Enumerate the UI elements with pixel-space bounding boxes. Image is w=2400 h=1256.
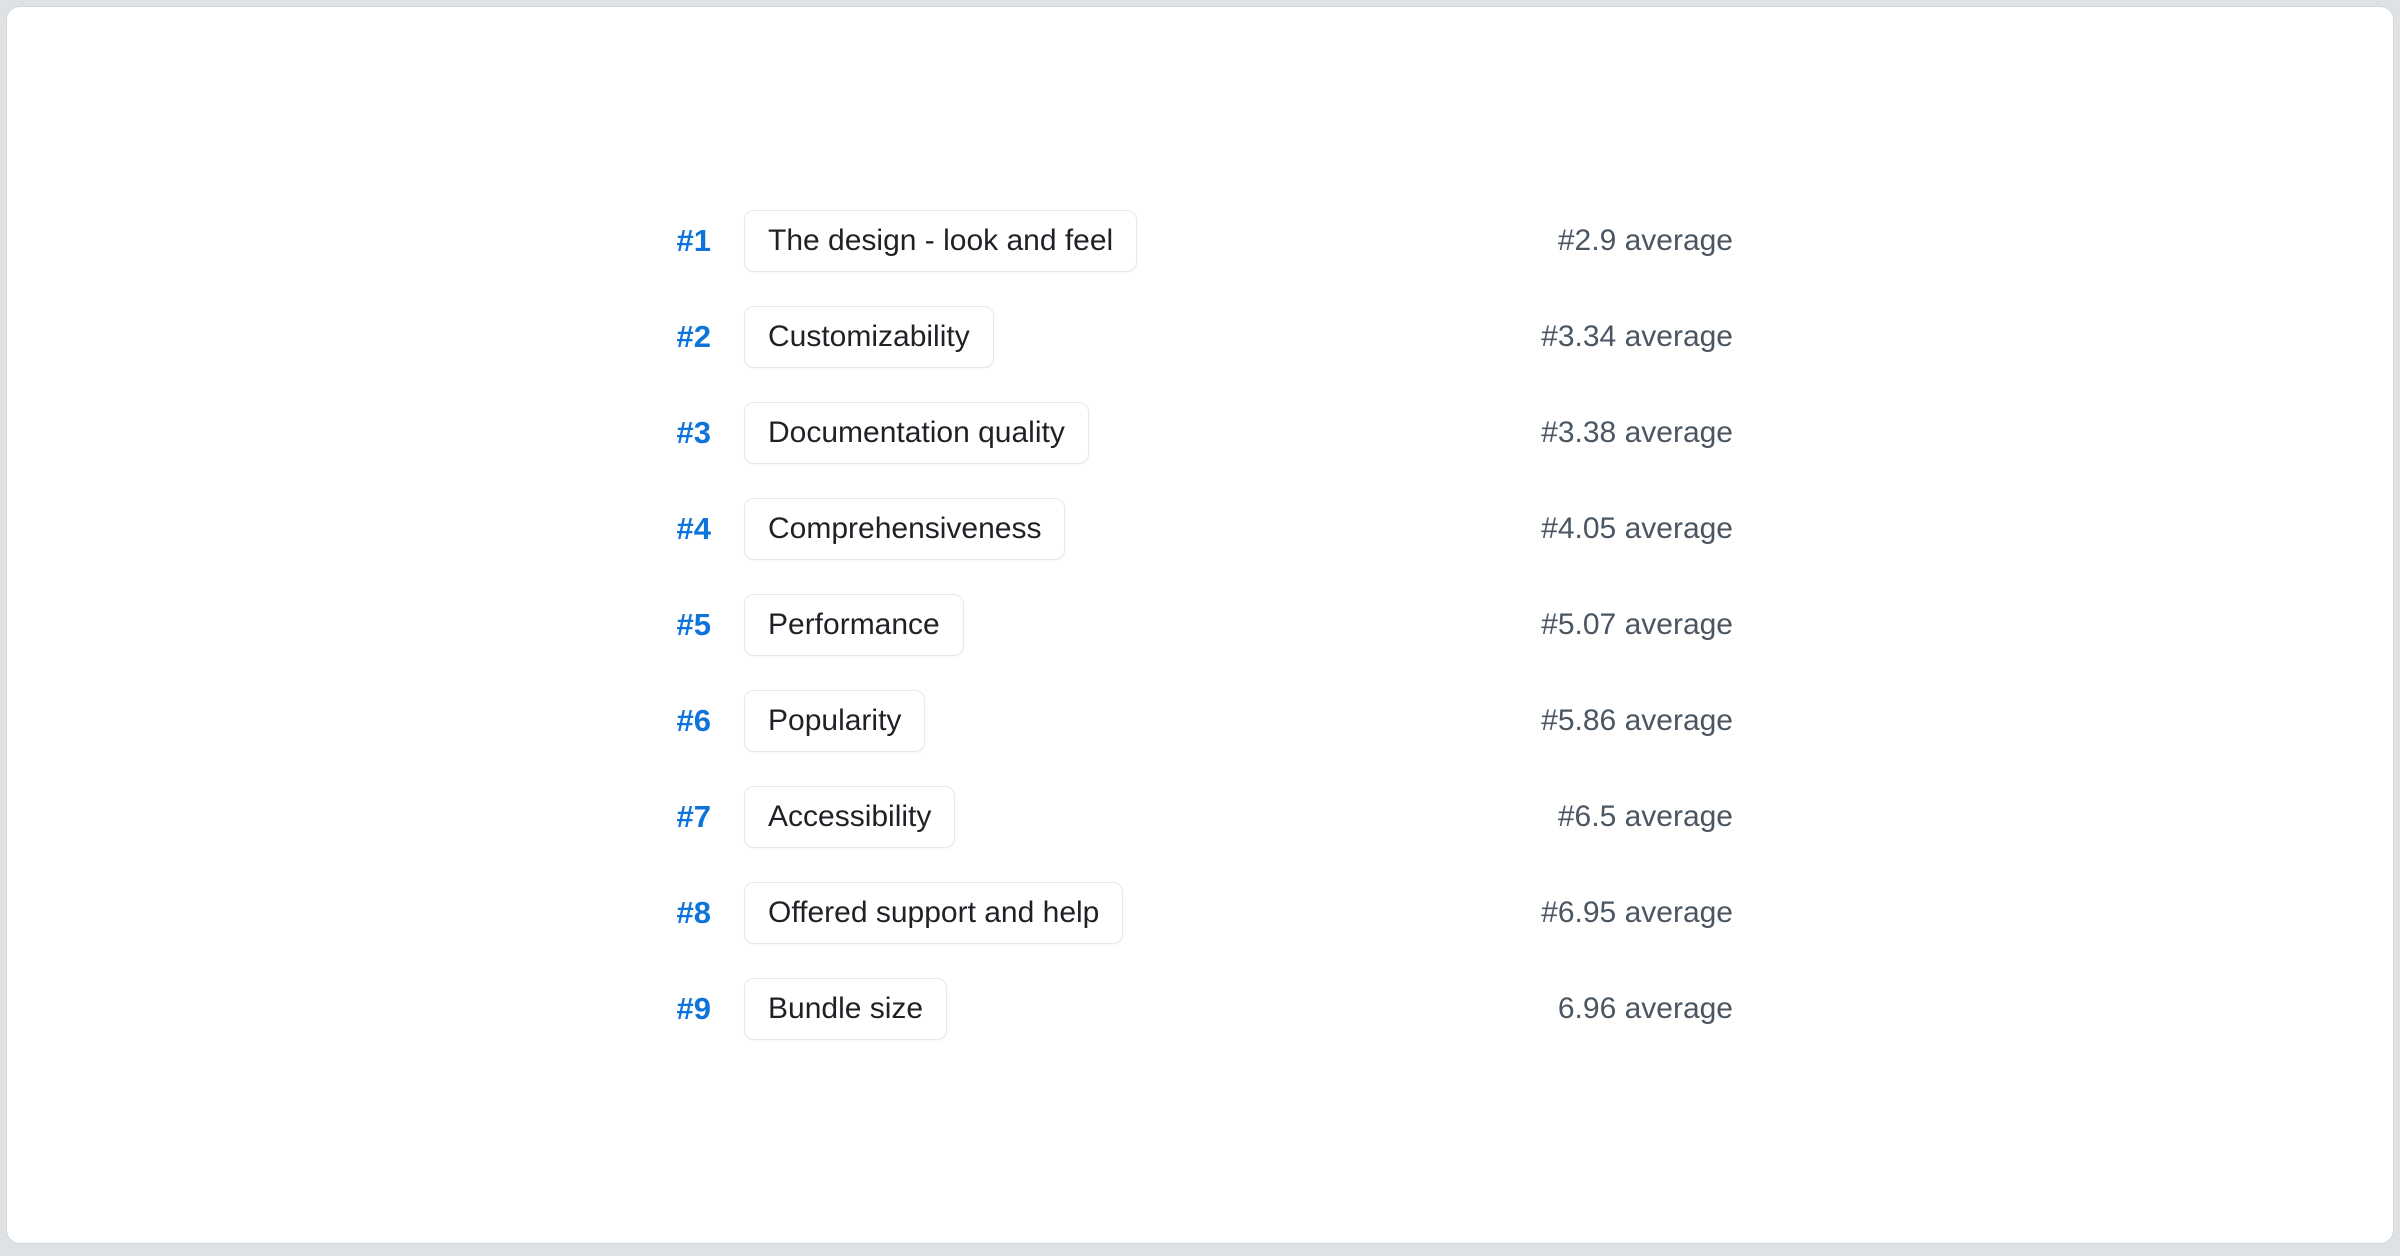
option-chip: Performance: [744, 594, 964, 656]
rank-number: #3: [667, 415, 711, 451]
ranking-row: #1 The design - look and feel #2.9 avera…: [667, 210, 1733, 272]
option-chip: Popularity: [744, 690, 925, 752]
option-label: Performance: [768, 608, 940, 642]
ranking-row: #8 Offered support and help #6.95 averag…: [667, 882, 1733, 944]
average-score: #3.34 average: [1541, 320, 1733, 354]
option-chip: Customizability: [744, 306, 994, 368]
average-score: #6.5 average: [1558, 800, 1733, 834]
average-score: 6.96 average: [1558, 992, 1733, 1026]
rank-number: #9: [667, 991, 711, 1027]
rank-number: #5: [667, 607, 711, 643]
option-label: Comprehensiveness: [768, 512, 1041, 546]
average-score: #4.05 average: [1541, 512, 1733, 546]
option-chip: Offered support and help: [744, 882, 1123, 944]
rank-number: #7: [667, 799, 711, 835]
average-score: #2.9 average: [1558, 224, 1733, 258]
ranking-row: #4 Comprehensiveness #4.05 average: [667, 498, 1733, 560]
option-label: Offered support and help: [768, 896, 1099, 930]
average-score: #6.95 average: [1541, 896, 1733, 930]
option-label: Popularity: [768, 704, 901, 738]
ranking-row: #2 Customizability #3.34 average: [667, 306, 1733, 368]
rank-number: #2: [667, 319, 711, 355]
option-chip: Bundle size: [744, 978, 947, 1040]
rank-number: #1: [667, 223, 711, 259]
rank-number: #6: [667, 703, 711, 739]
average-score: #3.38 average: [1541, 416, 1733, 450]
option-label: Documentation quality: [768, 416, 1065, 450]
option-chip: Accessibility: [744, 786, 955, 848]
option-label: Accessibility: [768, 800, 931, 834]
option-label: The design - look and feel: [768, 224, 1113, 258]
option-chip: The design - look and feel: [744, 210, 1137, 272]
option-chip: Comprehensiveness: [744, 498, 1065, 560]
rank-number: #8: [667, 895, 711, 931]
option-chip: Documentation quality: [744, 402, 1089, 464]
results-card: #1 The design - look and feel #2.9 avera…: [6, 6, 2394, 1244]
ranking-row: #3 Documentation quality #3.38 average: [667, 402, 1733, 464]
ranking-list: #1 The design - look and feel #2.9 avera…: [667, 210, 1733, 1040]
option-label: Customizability: [768, 320, 970, 354]
ranking-row: #6 Popularity #5.86 average: [667, 690, 1733, 752]
ranking-row: #9 Bundle size 6.96 average: [667, 978, 1733, 1040]
ranking-row: #5 Performance #5.07 average: [667, 594, 1733, 656]
rank-number: #4: [667, 511, 711, 547]
average-score: #5.07 average: [1541, 608, 1733, 642]
ranking-row: #7 Accessibility #6.5 average: [667, 786, 1733, 848]
average-score: #5.86 average: [1541, 704, 1733, 738]
option-label: Bundle size: [768, 992, 923, 1026]
